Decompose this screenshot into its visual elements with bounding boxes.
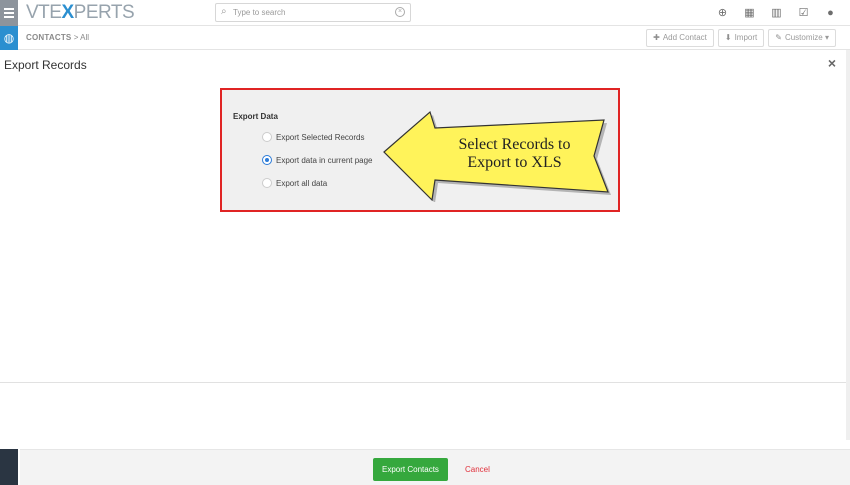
breadcrumb: CONTACTS > All [26,33,89,42]
option-export-selected[interactable]: Export Selected Records [262,130,365,144]
radio-export-current-page[interactable] [262,155,272,165]
global-search: ⌕ × [215,3,411,22]
option-label: Export Selected Records [276,132,365,142]
radio-export-selected[interactable] [262,132,272,142]
scrollbar[interactable] [846,50,850,440]
close-icon[interactable]: × [828,55,836,71]
export-data-heading: Export Data [233,112,278,121]
top-icon-group: ⊕ ▦ ▥ ☑ ● [709,4,844,22]
page-title: Export Records [4,58,87,72]
option-export-current-page[interactable]: Export data in current page [262,153,373,167]
contacts-module-icon[interactable]: ◍ [0,26,18,50]
module-actions: ✚ Add Contact ⬇ Import ✎ Customize ▾ [646,29,836,47]
option-label: Export all data [276,178,328,188]
top-navbar: VTEXPERTS ⌕ × ⊕ ▦ ▥ ☑ ● [0,0,850,26]
breadcrumb-view[interactable]: All [80,33,89,42]
radio-export-all[interactable] [262,178,272,188]
option-export-all[interactable]: Export all data [262,176,327,190]
search-icon: ⌕ [221,6,227,17]
breadcrumb-module[interactable]: CONTACTS [26,33,71,42]
modal-footer: Export Contacts Cancel [20,449,850,485]
content-divider [0,382,850,383]
calendar-icon[interactable]: ▦ [736,4,763,22]
chevron-down-icon: ▾ [824,33,829,42]
reports-icon[interactable]: ▥ [763,4,790,22]
annotation-callout: Select Records to Export to XLS [380,110,612,203]
clear-search-icon[interactable]: × [395,7,405,17]
add-contact-button[interactable]: ✚ Add Contact [646,29,714,47]
import-button[interactable]: ⬇ Import [717,29,765,47]
search-input[interactable] [233,6,383,19]
callout-text: Select Records to Export to XLS [458,136,571,171]
hamburger-menu-icon[interactable] [0,0,18,26]
customize-button[interactable]: ✎ Customize ▾ [768,29,836,47]
plus-icon: ✚ [653,33,660,42]
export-contacts-button[interactable]: Export Contacts [373,458,448,481]
app-logo[interactable]: VTEXPERTS [26,2,135,24]
modal-header: Export Records × [0,50,850,78]
module-header: ◍ CONTACTS > All ✚ Add Contact ⬇ Import ✎ C… [0,26,850,50]
option-label: Export data in current page [276,155,373,165]
sidebar-bottom-strip [0,449,18,485]
breadcrumb-separator: > [73,33,79,42]
wrench-icon: ✎ [775,33,782,42]
add-icon[interactable]: ⊕ [709,4,736,22]
tasks-icon[interactable]: ☑ [790,4,817,22]
cancel-link[interactable]: Cancel [465,465,490,474]
user-icon[interactable]: ● [817,4,844,22]
import-icon: ⬇ [724,33,732,42]
